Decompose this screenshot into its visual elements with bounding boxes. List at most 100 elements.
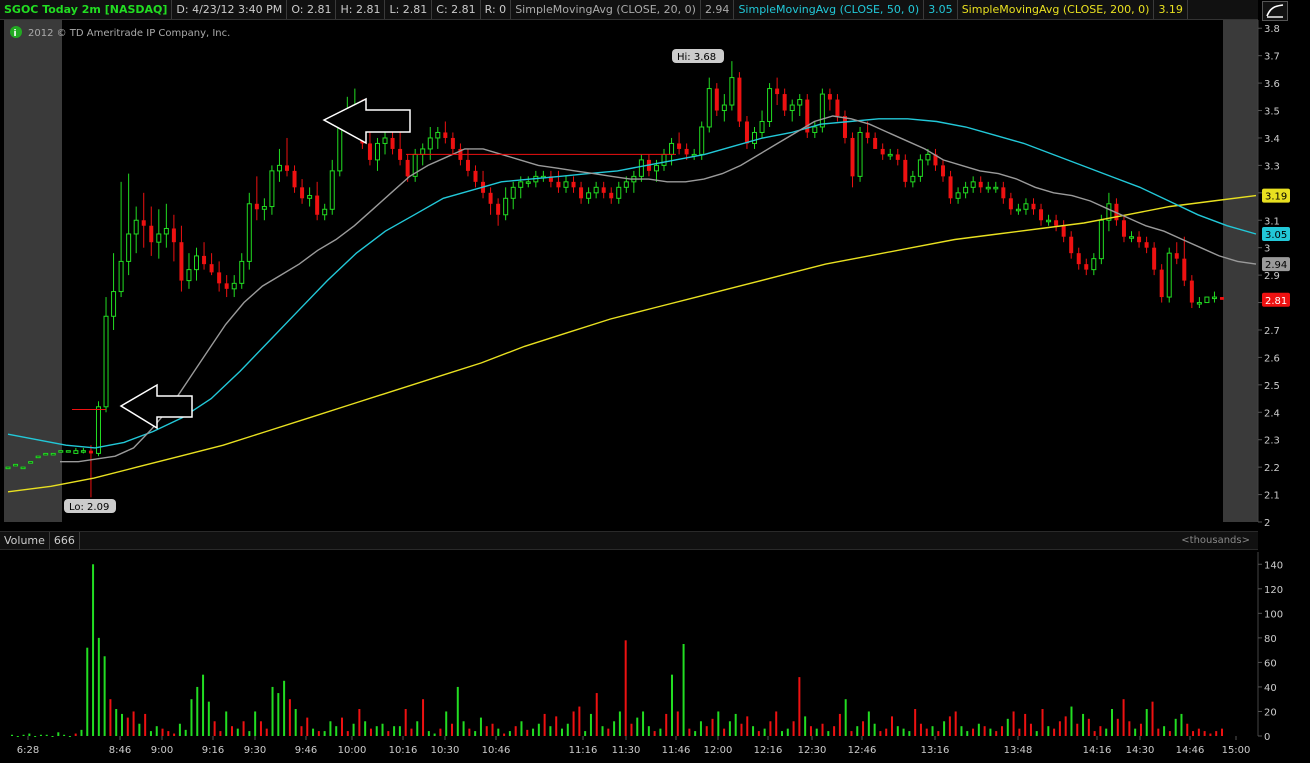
volume-bar bbox=[798, 677, 801, 736]
volume-tick-label: 40 bbox=[1264, 683, 1277, 694]
candle-body bbox=[812, 126, 818, 133]
volume-bar bbox=[885, 728, 888, 736]
price-tick-label: 2.9 bbox=[1264, 271, 1280, 282]
volume-bar bbox=[80, 729, 83, 736]
candle-body bbox=[714, 88, 719, 111]
volume-bar bbox=[86, 647, 89, 736]
volume-bar bbox=[236, 728, 239, 736]
volume-bar bbox=[190, 699, 193, 736]
volume-bar bbox=[202, 674, 205, 736]
candle-body bbox=[767, 88, 773, 122]
volume-bar bbox=[138, 723, 141, 736]
candle-body bbox=[1211, 296, 1217, 300]
volume-bar bbox=[983, 726, 986, 736]
volume-bar bbox=[705, 726, 708, 736]
candle-body bbox=[638, 159, 644, 177]
volume-bar bbox=[335, 726, 338, 736]
candle-body bbox=[970, 181, 976, 188]
volume-bar bbox=[561, 728, 563, 736]
time-tick-label: 15:00 bbox=[1222, 745, 1251, 756]
price-tag-text: 2.94 bbox=[1265, 260, 1287, 271]
volume-bar bbox=[288, 699, 291, 736]
volume-bar bbox=[775, 711, 778, 736]
volume-tick-label: 100 bbox=[1264, 609, 1283, 620]
volume-bar bbox=[809, 726, 812, 736]
price-tick-label: 2.1 bbox=[1264, 491, 1280, 502]
volume-bar bbox=[433, 733, 436, 736]
volume-bar bbox=[1018, 728, 1021, 736]
volume-bar bbox=[873, 723, 876, 736]
volume-bar bbox=[294, 709, 297, 736]
volume-bar bbox=[1053, 728, 1056, 736]
candle-body bbox=[744, 121, 749, 144]
candle-body bbox=[729, 77, 735, 106]
volume-bar bbox=[746, 716, 749, 736]
volume-bar bbox=[925, 728, 928, 736]
volume-bar bbox=[196, 686, 199, 736]
candle-body bbox=[1008, 198, 1013, 210]
candle-body bbox=[496, 203, 501, 215]
volume-bar bbox=[804, 716, 807, 736]
volume-bar bbox=[167, 731, 170, 736]
volume-bar bbox=[381, 723, 384, 736]
price-chart[interactable]: 22.12.22.32.42.52.62.72.82.933.13.23.33.… bbox=[0, 0, 1310, 530]
volume-bar bbox=[219, 731, 222, 736]
volume-bar bbox=[618, 711, 621, 736]
afterhours-shade bbox=[1223, 20, 1258, 522]
volume-bar bbox=[416, 721, 419, 736]
time-tick-label: 6:28 bbox=[17, 745, 39, 756]
candle-body bbox=[699, 126, 705, 155]
volume-bar bbox=[682, 644, 685, 736]
volume-bar bbox=[34, 736, 37, 737]
volume-bar bbox=[109, 699, 112, 736]
time-tick-label: 8:46 bbox=[109, 745, 131, 756]
candle-body bbox=[563, 181, 569, 188]
candle-body bbox=[556, 181, 561, 188]
candle-body bbox=[1069, 236, 1074, 254]
volume-bar bbox=[595, 693, 598, 736]
candle-body bbox=[1015, 208, 1021, 212]
volume-bar bbox=[74, 733, 77, 736]
candle-body bbox=[903, 159, 908, 182]
volume-tick-label: 0 bbox=[1264, 732, 1270, 743]
volume-bar bbox=[838, 713, 841, 736]
volume-bar bbox=[1209, 733, 1212, 736]
volume-bar bbox=[937, 731, 940, 736]
candle-body bbox=[73, 450, 79, 454]
candle-body bbox=[677, 143, 682, 149]
candle-body bbox=[1084, 264, 1089, 270]
volume-bar bbox=[1186, 723, 1189, 736]
volume-bar bbox=[68, 736, 71, 737]
candle-body bbox=[35, 455, 41, 459]
volume-bar bbox=[954, 711, 957, 736]
candle-body bbox=[721, 104, 727, 112]
candle-body bbox=[571, 181, 576, 188]
volume-bar bbox=[1197, 728, 1200, 736]
candle-body bbox=[623, 181, 629, 188]
volume-bar bbox=[213, 721, 216, 736]
volume-bar bbox=[844, 699, 847, 736]
volume-tick-label: 120 bbox=[1264, 585, 1283, 596]
volume-bar bbox=[456, 686, 459, 736]
volume-bar bbox=[671, 674, 673, 736]
price-tick-label: 3.6 bbox=[1264, 79, 1280, 90]
volume-bar bbox=[1203, 731, 1206, 736]
price-tick-label: 3.3 bbox=[1264, 161, 1280, 172]
volume-bar bbox=[769, 721, 772, 736]
volume-bar bbox=[1128, 721, 1131, 736]
candle-body bbox=[948, 176, 953, 199]
volume-chart[interactable]: 0 20 40 60 80 100 120 140 6:28 8:46 9:00 9:16 9:30 9:… bbox=[0, 548, 1310, 763]
candle-body bbox=[50, 452, 56, 456]
candle-body bbox=[246, 203, 252, 262]
volume-bar bbox=[341, 717, 343, 736]
candle-body bbox=[171, 228, 176, 243]
volume-bar bbox=[676, 711, 679, 736]
candle-body bbox=[20, 466, 26, 470]
candle-body bbox=[1174, 253, 1179, 259]
price-tick-label: 2.2 bbox=[1264, 463, 1280, 474]
candle-body bbox=[880, 148, 885, 155]
candle-body bbox=[186, 269, 192, 282]
candle-body bbox=[925, 153, 931, 161]
volume-bar bbox=[833, 726, 836, 736]
candle-body bbox=[156, 233, 162, 243]
